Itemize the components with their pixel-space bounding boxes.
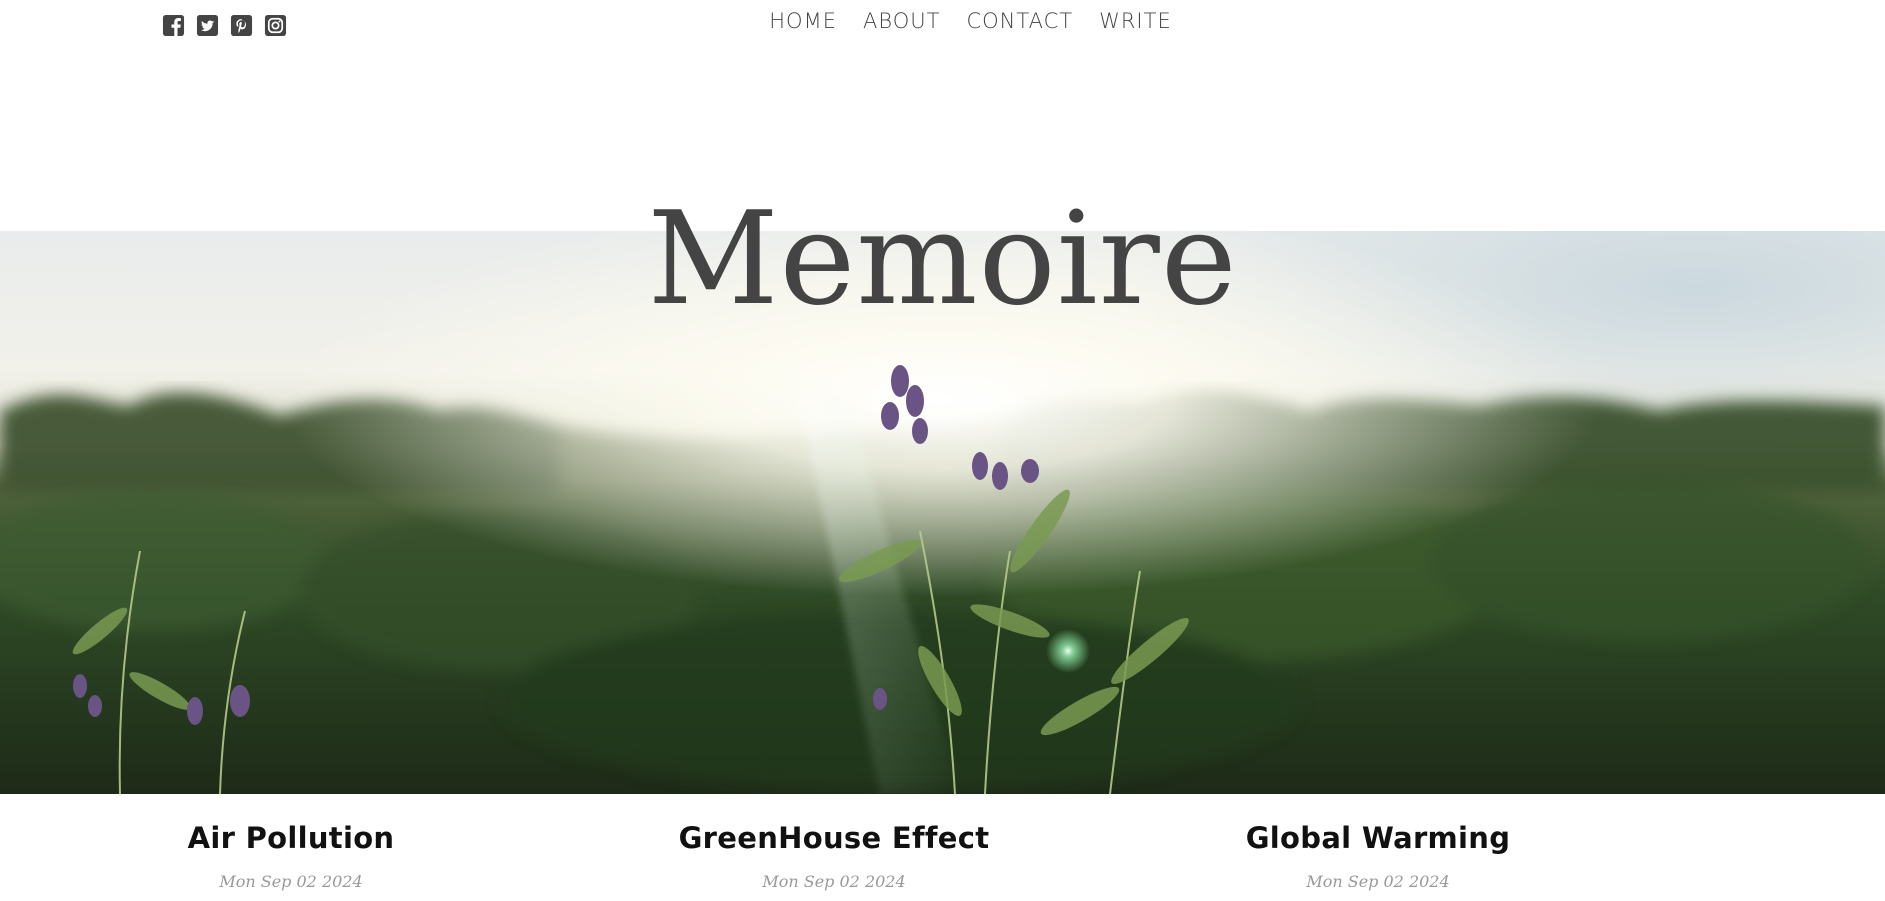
top-bar: HOME ABOUT CONTACT WRITE [0, 0, 1885, 50]
post-card[interactable]: Air Pollution Mon Sep 02 2024 [61, 810, 521, 891]
nav-item-write[interactable]: WRITE [1099, 9, 1172, 33]
post-date: Mon Sep 02 2024 [1306, 872, 1450, 891]
post-date: Mon Sep 02 2024 [762, 872, 906, 891]
nav-item-home[interactable]: HOME [769, 9, 837, 33]
main-nav: HOME ABOUT CONTACT WRITE [0, 9, 1885, 33]
post-card[interactable]: Global Warming Mon Sep 02 2024 [1148, 810, 1608, 891]
post-title[interactable]: Global Warming [1148, 818, 1608, 858]
nav-list: HOME ABOUT CONTACT WRITE [713, 9, 1171, 33]
post-card[interactable]: GreenHouse Effect Mon Sep 02 2024 [604, 810, 1064, 891]
site-title: Memoire [647, 185, 1238, 334]
nav-item-contact[interactable]: CONTACT [966, 9, 1073, 33]
post-title[interactable]: Air Pollution [61, 818, 521, 858]
nav-item-about[interactable]: ABOUT [863, 9, 940, 33]
post-date: Mon Sep 02 2024 [219, 872, 363, 891]
post-list: Air Pollution Mon Sep 02 2024 GreenHouse… [0, 810, 1885, 901]
post-title[interactable]: GreenHouse Effect [604, 818, 1064, 858]
